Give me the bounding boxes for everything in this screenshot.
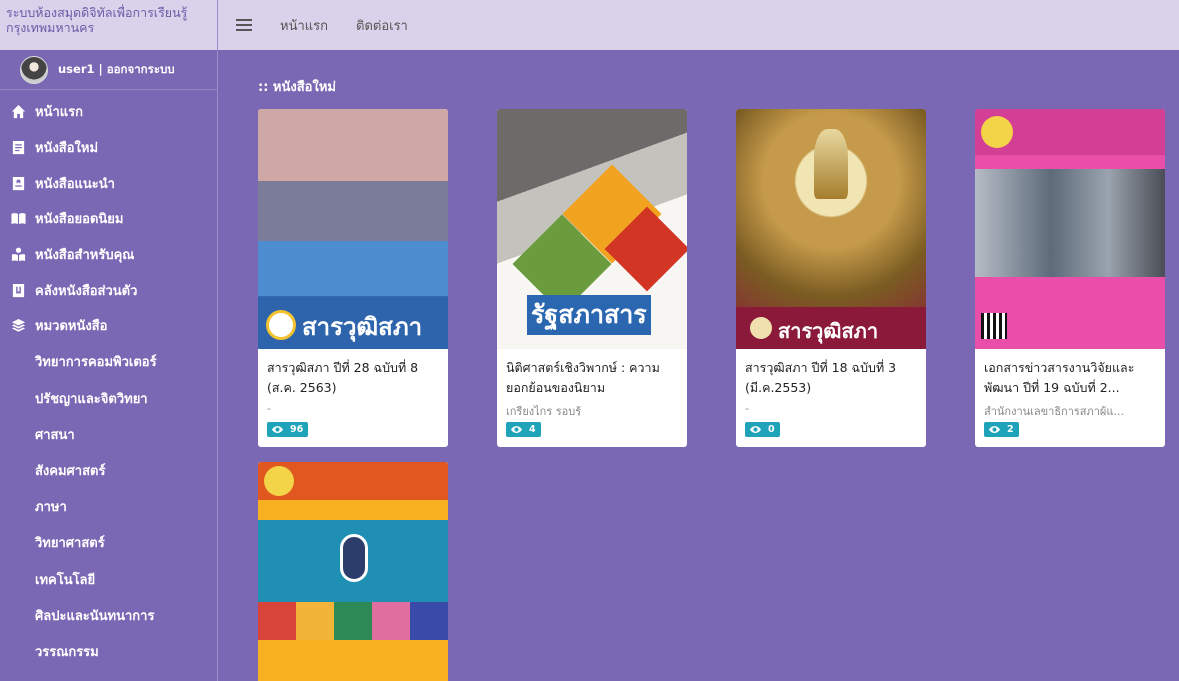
view-count: 96 — [290, 424, 304, 435]
sidebar-item-label: หนังสือยอดนิยม — [35, 212, 124, 228]
category-science[interactable]: วิทยาศาสตร์ — [0, 525, 217, 561]
book-cover[interactable]: รัฐสภาสาร — [497, 109, 687, 349]
book-author: - — [745, 402, 749, 415]
seal-icon — [750, 317, 772, 339]
brand-title[interactable]: ระบบห้องสมุดดิจิทัลเพื่อการเรียนรู้ กรุง… — [0, 0, 217, 50]
hamburger-menu-icon[interactable] — [236, 19, 252, 31]
sidebar-item-label: หน้าแรก — [35, 105, 83, 121]
sidebar-item-label: หนังสือแนะนำ — [35, 176, 115, 192]
sidebar-item-home[interactable]: หน้าแรก — [0, 94, 217, 130]
eye-icon — [272, 426, 283, 433]
book-card[interactable]: สารวุฒิสภา สารวุฒิสภา ปีที่ 18 ฉบับที่ 3… — [736, 109, 926, 447]
book-title[interactable]: นิติศาสตร์เชิงวิพากษ์ : ความยอกย้อนของนิ… — [506, 358, 678, 398]
book-card[interactable]: สารวุฒิสภา สารวุฒิสภา ปีที่ 28 ฉบับที่ 8… — [258, 109, 448, 447]
category-language[interactable]: ภาษา — [0, 489, 217, 525]
user-logout-link[interactable]: user1 | ออกจากระบบ — [58, 61, 175, 79]
view-count-badge: 96 — [267, 422, 309, 437]
cover-title: รัฐสภาสาร — [527, 295, 651, 335]
microphone-icon — [340, 534, 368, 582]
book-cover[interactable]: สารวุฒิสภา — [258, 109, 448, 349]
book-cover[interactable] — [975, 109, 1165, 349]
topnav-home-link[interactable]: หน้าแรก — [280, 15, 328, 36]
view-count-badge: 0 — [745, 422, 780, 437]
sidebar-item-label: หนังสือใหม่ — [35, 141, 99, 157]
book-cover[interactable]: สารวุฒิสภา — [736, 109, 926, 349]
view-count: 4 — [529, 424, 536, 435]
sidebar-item-categories[interactable]: หมวดหนังสือ — [0, 308, 217, 344]
seal-icon — [266, 310, 296, 340]
sidebar: ระบบห้องสมุดดิจิทัลเพื่อการเรียนรู้ กรุง… — [0, 0, 218, 681]
category-literature[interactable]: วรรณกรรม — [0, 633, 217, 669]
bookmark-book-icon — [10, 175, 26, 191]
book-title[interactable]: สารวุฒิสภา ปีที่ 18 ฉบับที่ 3 (มี.ค.2553… — [745, 358, 917, 398]
book-title[interactable]: เอกสารข่าวสารงานวิจัยและพัฒนา ปีที่ 19 ฉ… — [984, 358, 1156, 398]
view-count-badge: 4 — [506, 422, 541, 437]
eye-icon — [750, 426, 761, 433]
top-navbar: หน้าแรก ติดต่อเรา — [218, 0, 1179, 50]
eye-icon — [989, 426, 1000, 433]
cover-title: สารวุฒิสภา — [302, 312, 423, 341]
book-title[interactable]: สารวุฒิสภา ปีที่ 28 ฉบับที่ 8 (ส.ค. 2563… — [267, 358, 439, 398]
book-card[interactable]: รัฐสภาสาร นิติศาสตร์เชิงวิพากษ์ : ความยอ… — [497, 109, 687, 447]
eye-icon — [511, 426, 522, 433]
sidebar-item-recommended[interactable]: หนังสือแนะนำ — [0, 165, 217, 201]
layers-icon — [10, 318, 26, 334]
category-arts-recreation[interactable]: ศิลปะและนันทนาการ — [0, 597, 217, 633]
section-title: :: หนังสือใหม่ — [258, 80, 336, 95]
sidebar-item-new-books[interactable]: หนังสือใหม่ — [0, 130, 217, 166]
category-technology[interactable]: เทคโนโลยี — [0, 561, 217, 597]
sidebar-item-for-you[interactable]: หนังสือสำหรับคุณ — [0, 237, 217, 273]
category-religion[interactable]: ศาสนา — [0, 416, 217, 452]
book-icon — [10, 140, 26, 156]
book-author: - — [267, 402, 271, 415]
book-card[interactable] — [258, 462, 448, 681]
user-bar: user1 | ออกจากระบบ — [0, 50, 217, 90]
book-cover[interactable] — [258, 462, 448, 681]
category-social-sciences[interactable]: สังคมศาสตร์ — [0, 452, 217, 488]
category-computer-science[interactable]: วิทยาการคอมพิวเตอร์ — [0, 344, 217, 380]
sidebar-item-my-shelf[interactable]: คลังหนังสือส่วนตัว — [0, 272, 217, 308]
qr-code-icon — [981, 313, 1007, 339]
seal-icon — [981, 116, 1013, 148]
sidebar-item-label: หมวดหนังสือ — [35, 319, 108, 335]
view-count-badge: 2 — [984, 422, 1019, 437]
book-author: สำนักงานเลขาธิการสภาผู้แ... — [984, 405, 1124, 416]
book-author: เกรียงไกร รอบรู้ — [506, 405, 582, 416]
view-count: 2 — [1007, 424, 1014, 435]
open-book-icon — [10, 211, 26, 227]
sidebar-item-label: คลังหนังสือส่วนตัว — [35, 283, 138, 299]
user-book-icon — [10, 247, 26, 263]
sidebar-item-label: หนังสือสำหรับคุณ — [35, 248, 135, 264]
sidebar-nav: หน้าแรก หนังสือใหม่ หนังสือแนะนำ หนังสือ… — [0, 90, 217, 670]
trophy-icon — [814, 129, 848, 199]
book-card[interactable]: เอกสารข่าวสารงานวิจัยและพัฒนา ปีที่ 19 ฉ… — [975, 109, 1165, 447]
home-icon — [10, 104, 26, 120]
sidebar-item-popular[interactable]: หนังสือยอดนิยม — [0, 201, 217, 237]
topnav-contact-link[interactable]: ติดต่อเรา — [356, 15, 408, 36]
seal-icon — [264, 466, 294, 496]
category-philosophy-psychology[interactable]: ปรัชญาและจิตวิทยา — [0, 380, 217, 416]
view-count: 0 — [768, 424, 775, 435]
shelf-icon — [10, 282, 26, 298]
avatar[interactable] — [20, 55, 48, 84]
cover-title: สารวุฒิสภา — [778, 319, 879, 343]
